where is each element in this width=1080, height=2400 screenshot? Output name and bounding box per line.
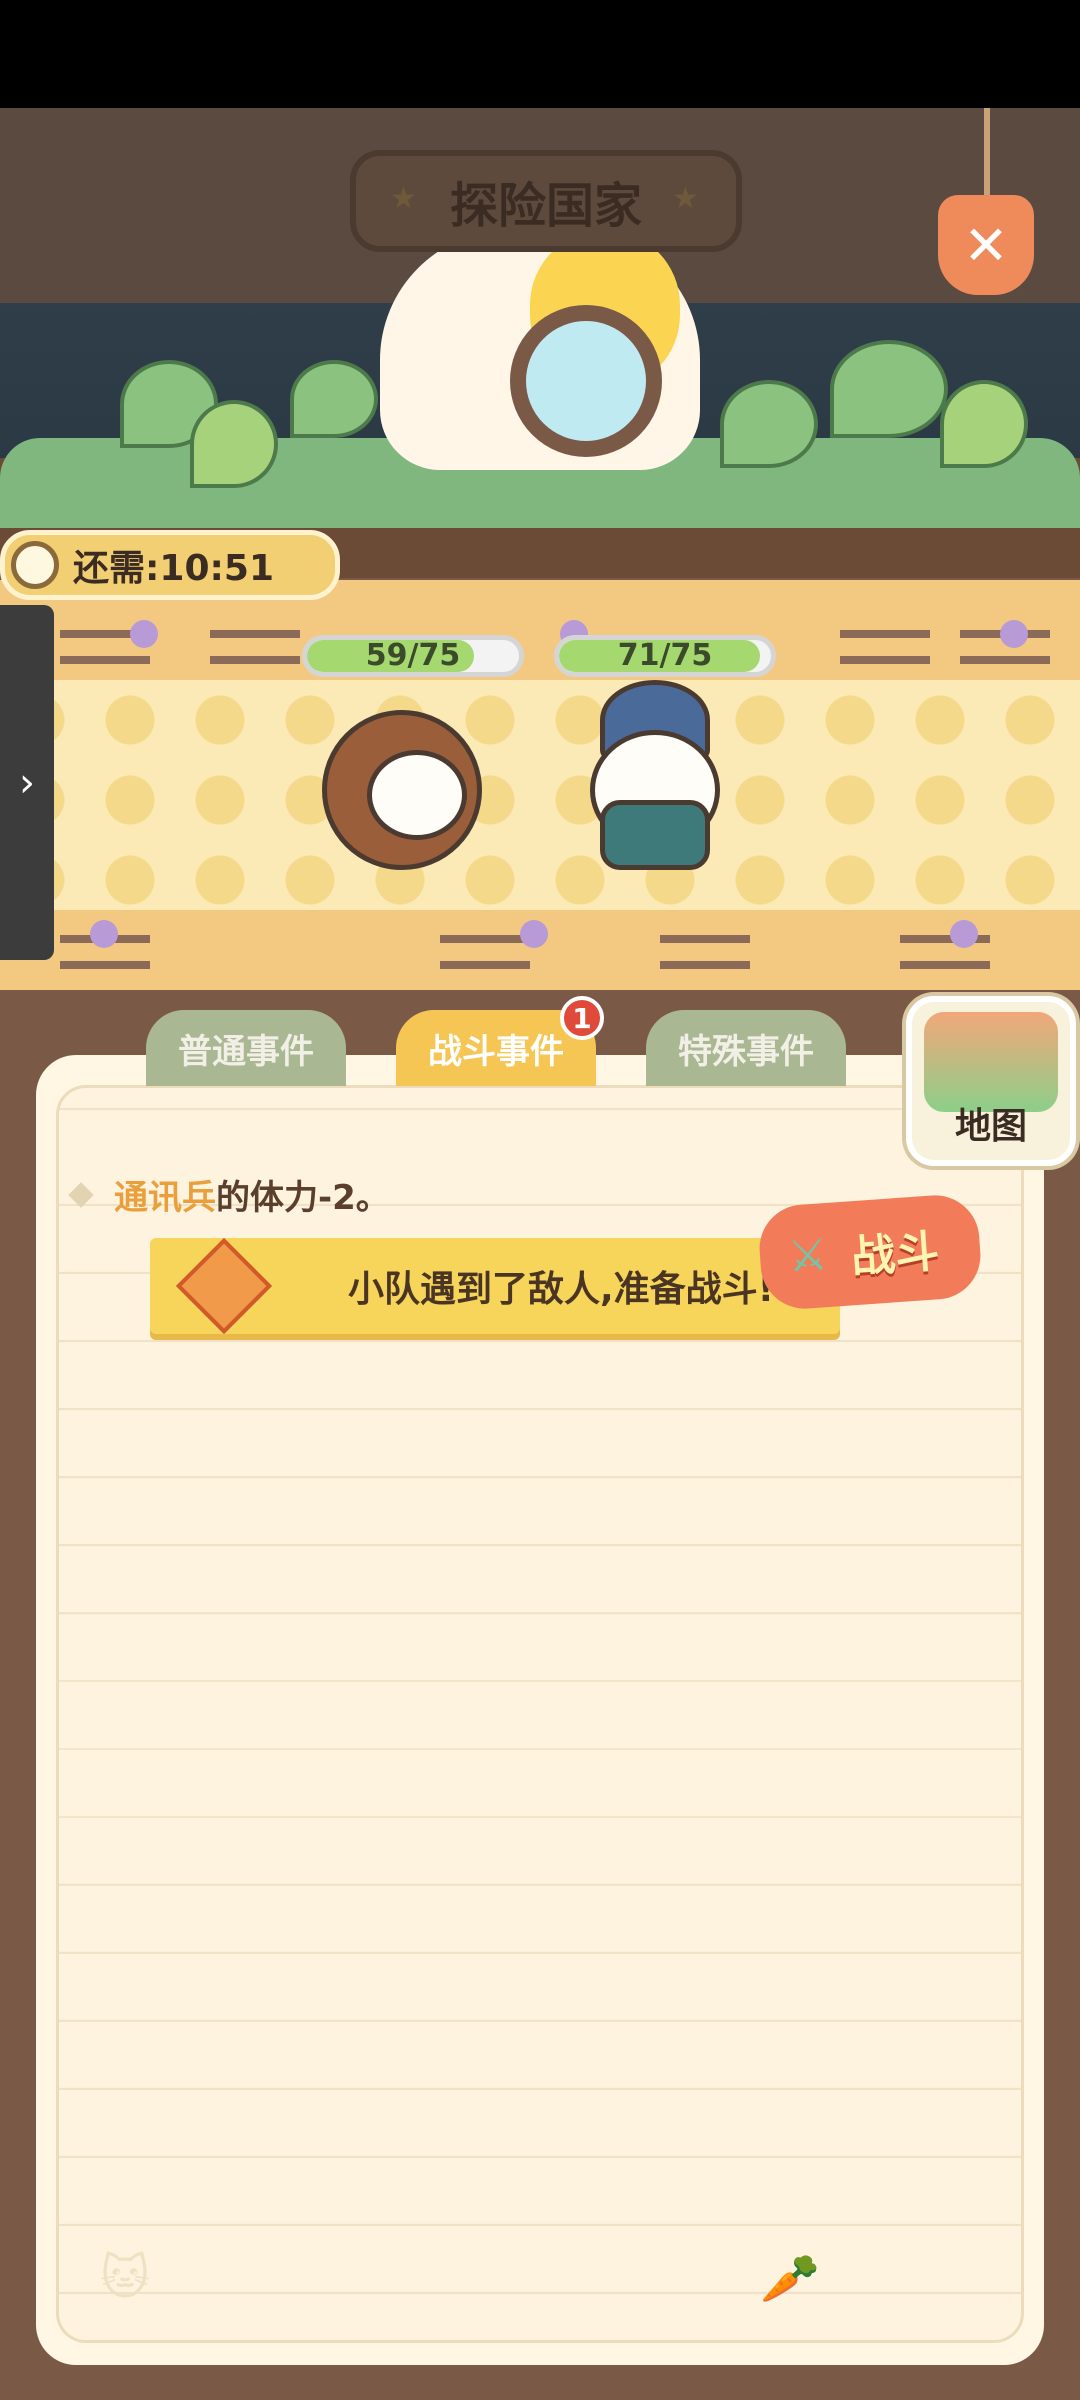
cat-face bbox=[367, 750, 467, 840]
status-bar bbox=[0, 0, 1080, 108]
flower-decor bbox=[90, 920, 118, 948]
chevron-right-icon: › bbox=[19, 759, 35, 806]
bullet-icon bbox=[68, 1181, 94, 1208]
leaf-decor bbox=[830, 340, 948, 438]
page-title-sign: ★ 探险国家 ★ bbox=[350, 150, 742, 252]
flower-decor bbox=[950, 920, 978, 948]
leaf-decor bbox=[940, 380, 1028, 468]
leaf-decor bbox=[720, 380, 818, 468]
flower-decor bbox=[1000, 620, 1028, 648]
map-button[interactable]: 地图 bbox=[906, 996, 1076, 1166]
hp-bar-1: 59/75 bbox=[302, 635, 524, 677]
hang-string bbox=[984, 108, 990, 203]
hp-bar-2: 71/75 bbox=[554, 635, 776, 677]
fence-decor bbox=[840, 630, 930, 664]
remaining-time-pill: 还需:10:51 bbox=[0, 530, 340, 600]
log-entry: 通讯兵 的体力-2。 bbox=[68, 1170, 390, 1219]
tab-label: 普通事件 bbox=[178, 1031, 314, 1072]
carrot-doodle-icon: 🥕 bbox=[760, 2251, 820, 2307]
notification-badge: 1 bbox=[560, 996, 604, 1040]
paw-emblem-icon bbox=[175, 1237, 273, 1335]
party-cat-2[interactable] bbox=[560, 680, 740, 880]
flower-decor bbox=[130, 620, 158, 648]
cat-doodle-icon: 🐱 bbox=[100, 2250, 151, 2306]
fence-decor bbox=[660, 935, 750, 969]
hp-text-2: 71/75 bbox=[617, 638, 713, 673]
clock-icon bbox=[11, 541, 59, 589]
tab-label: 战斗事件 bbox=[428, 1031, 564, 1072]
fence-decor bbox=[210, 630, 300, 664]
road-cobblestone bbox=[0, 680, 1080, 910]
leaf-decor bbox=[190, 400, 278, 488]
tab-label: 特殊事件 bbox=[678, 1031, 814, 1072]
party-cat-1[interactable] bbox=[312, 700, 482, 880]
battle-button[interactable]: ⚔ 战斗 bbox=[756, 1192, 984, 1312]
tab-normal-events[interactable]: 普通事件 bbox=[146, 1010, 346, 1086]
close-icon: ✕ bbox=[963, 213, 1009, 277]
flower-decor bbox=[520, 920, 548, 948]
hp-text-1: 59/75 bbox=[365, 638, 461, 673]
close-button[interactable]: ✕ bbox=[938, 195, 1034, 295]
battle-road bbox=[0, 580, 1080, 990]
star-icon: ★ bbox=[672, 181, 699, 216]
remaining-time: 还需:10:51 bbox=[73, 548, 274, 589]
battle-banner: 小队遇到了敌人,准备战斗! bbox=[150, 1237, 840, 1335]
crossed-swords-icon: ⚔ bbox=[786, 1229, 830, 1283]
log-entry-text: 的体力-2。 bbox=[216, 1178, 390, 1218]
page-title: 探险国家 bbox=[449, 178, 642, 234]
map-button-label: 地图 bbox=[954, 1106, 1027, 1147]
cat-coat bbox=[600, 800, 710, 870]
tab-special-events[interactable]: 特殊事件 bbox=[646, 1010, 846, 1086]
star-icon: ★ bbox=[390, 181, 417, 216]
battle-button-label: 战斗 bbox=[849, 1226, 941, 1284]
magnifier-icon bbox=[510, 305, 662, 457]
leaf-decor bbox=[290, 360, 378, 438]
log-entry-actor: 通讯兵 bbox=[114, 1178, 216, 1218]
battle-banner-text: 小队遇到了敌人,准备战斗! bbox=[348, 1269, 775, 1310]
side-drawer-toggle[interactable]: › bbox=[0, 605, 54, 960]
fence-decor bbox=[440, 935, 530, 969]
